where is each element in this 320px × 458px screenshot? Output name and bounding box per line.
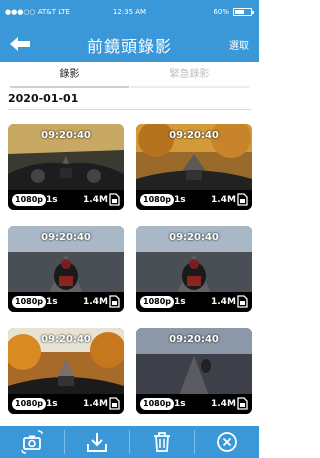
- video-duration: 1s: [46, 399, 58, 409]
- sd-card-icon: [237, 397, 248, 410]
- select-button[interactable]: 選取: [229, 37, 249, 52]
- video-thumbnail[interactable]: 09:20:40 1080p 1s 1.4M: [8, 328, 124, 414]
- video-timestamp: 09:20:40: [41, 232, 91, 243]
- delete-button[interactable]: [130, 426, 194, 458]
- download-icon: [87, 433, 107, 452]
- sd-card-icon: [237, 295, 248, 308]
- video-duration: 1s: [174, 297, 186, 307]
- video-info-bar: 1080p 1s 1.4M: [136, 190, 252, 210]
- resolution-badge: 1080p: [12, 398, 46, 410]
- video-size: 1.4M: [83, 399, 108, 409]
- video-info-bar: 1080p 1s 1.4M: [136, 292, 252, 312]
- tab-recording[interactable]: 錄影: [10, 62, 129, 88]
- rotate-camera-icon: [21, 430, 43, 454]
- close-circle-icon: [217, 432, 237, 452]
- video-timestamp: 09:20:40: [169, 334, 219, 345]
- video-size: 1.4M: [211, 297, 236, 307]
- tab-bar: 錄影 緊急錄影: [0, 62, 259, 88]
- video-timestamp: 09:20:40: [169, 130, 219, 141]
- video-duration: 1s: [174, 399, 186, 409]
- video-duration: 1s: [46, 297, 58, 307]
- page-title: 前鏡頭錄影: [86, 37, 172, 56]
- sd-card-icon: [109, 295, 120, 308]
- video-info-bar: 1080p 1s 1.4M: [8, 394, 124, 414]
- trash-icon: [154, 432, 170, 452]
- video-size: 1.4M: [83, 195, 108, 205]
- video-info-bar: 1080p 1s 1.4M: [8, 292, 124, 312]
- video-timestamp: 09:20:40: [169, 232, 219, 243]
- resolution-badge: 1080p: [140, 194, 174, 206]
- video-size: 1.4M: [211, 399, 236, 409]
- battery-fill: [235, 10, 244, 14]
- close-button[interactable]: [195, 426, 259, 458]
- resolution-badge: 1080p: [12, 296, 46, 308]
- video-thumbnail[interactable]: 09:20:40 1080p 1s 1.4M: [136, 328, 252, 414]
- rotate-camera-button[interactable]: [0, 426, 64, 458]
- video-thumbnail[interactable]: 09:20:40 1080p 1s 1.4M: [8, 124, 124, 210]
- video-thumbnail[interactable]: 09:20:40 1080p 1s 1.4M: [136, 124, 252, 210]
- video-timestamp: 09:20:40: [41, 334, 91, 345]
- video-size: 1.4M: [211, 195, 236, 205]
- sd-card-icon: [109, 397, 120, 410]
- status-bar: ●●●○○ AT&T LTE 12:35 AM 60%: [0, 0, 259, 24]
- resolution-badge: 1080p: [140, 398, 174, 410]
- divider: [8, 109, 251, 110]
- download-button[interactable]: [65, 426, 129, 458]
- sd-card-icon: [109, 193, 120, 206]
- battery-icon: [233, 8, 254, 16]
- video-duration: 1s: [46, 195, 58, 205]
- date-header: 2020-01-01: [8, 92, 79, 105]
- resolution-badge: 1080p: [140, 296, 174, 308]
- video-size: 1.4M: [83, 297, 108, 307]
- video-thumbnail[interactable]: 09:20:40 1080p 1s 1.4M: [136, 226, 252, 312]
- battery-percent: 60%: [213, 8, 229, 16]
- video-duration: 1s: [174, 195, 186, 205]
- app-screen: ●●●○○ AT&T LTE 12:35 AM 60% 前鏡頭錄影 選取 錄影 …: [0, 0, 259, 458]
- video-thumbnail[interactable]: 09:20:40 1080p 1s 1.4M: [8, 226, 124, 312]
- tab-emergency-recording[interactable]: 緊急錄影: [130, 62, 249, 88]
- sd-card-icon: [237, 193, 248, 206]
- nav-bar: 前鏡頭錄影 選取: [0, 24, 259, 62]
- video-timestamp: 09:20:40: [41, 130, 91, 141]
- bottom-toolbar: [0, 426, 259, 458]
- video-grid: 09:20:40 1080p 1s 1.4M 09:20:40 1080p 1s: [0, 112, 259, 424]
- resolution-badge: 1080p: [12, 194, 46, 206]
- video-info-bar: 1080p 1s 1.4M: [8, 190, 124, 210]
- video-info-bar: 1080p 1s 1.4M: [136, 394, 252, 414]
